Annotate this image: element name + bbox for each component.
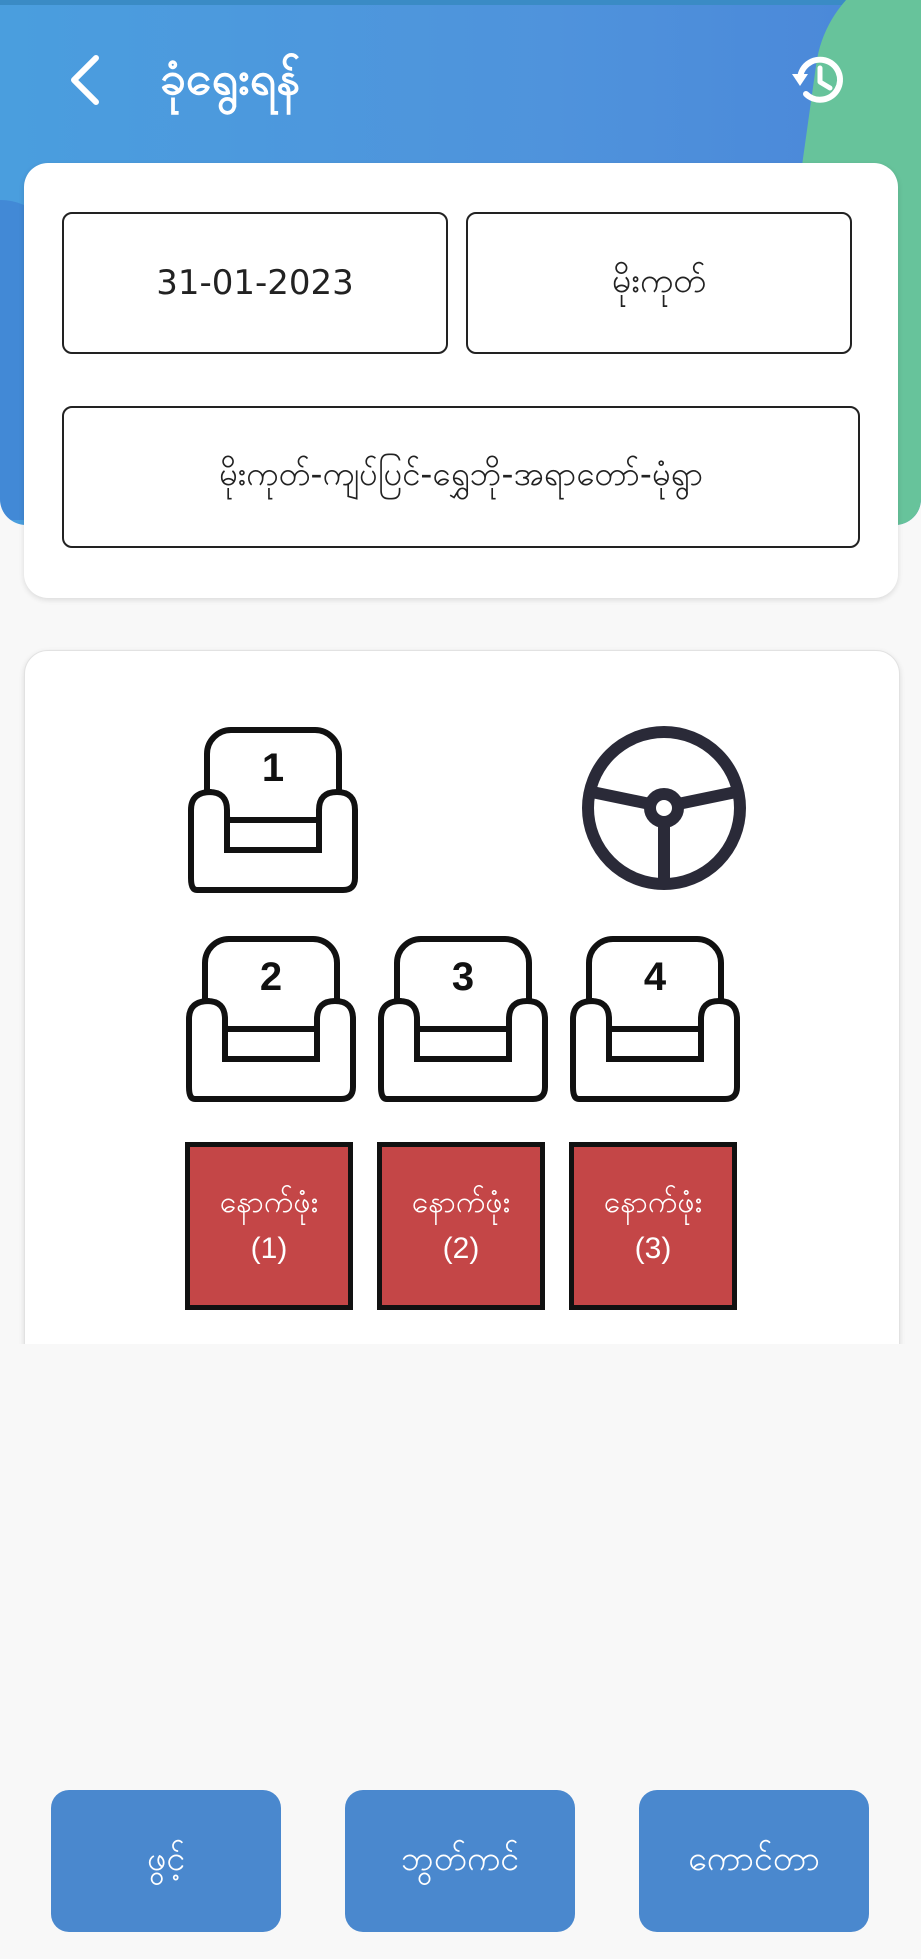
counter-button[interactable]: ကောင်တာ bbox=[639, 1790, 869, 1932]
book-button[interactable]: ဘွတ်ကင် bbox=[345, 1790, 575, 1932]
back-seat-2[interactable]: နောက်ဖုံး (2) bbox=[377, 1142, 545, 1310]
seat-number: 2 bbox=[259, 955, 283, 999]
history-button[interactable] bbox=[790, 52, 846, 108]
back-seat-1[interactable]: နောက်ဖုံး (1) bbox=[185, 1142, 353, 1310]
date-field[interactable]: 31-01-2023 bbox=[62, 212, 448, 354]
back-button[interactable] bbox=[60, 48, 110, 112]
seat-4[interactable]: 4 bbox=[567, 931, 743, 1107]
trip-selection-card: 31-01-2023 မိုးကုတ် မိုးကုတ်-ကျပ်ပြင်-ရွ… bbox=[24, 163, 898, 598]
open-button[interactable]: ဖွင့် bbox=[51, 1790, 281, 1932]
chevron-left-icon bbox=[71, 55, 99, 105]
back-seat-3[interactable]: နောက်ဖုံး (3) bbox=[569, 1142, 737, 1310]
back-seat-label: နောက်ဖုံး bbox=[603, 1185, 703, 1220]
route-field[interactable]: မိုးကုတ်-ကျပ်ပြင်-ရွှေဘို-အရာတော်-မုံရွာ bbox=[62, 406, 860, 548]
town-field[interactable]: မိုးကုတ် bbox=[466, 212, 852, 354]
steering-wheel-icon bbox=[582, 726, 746, 890]
seat-2[interactable]: 2 bbox=[183, 931, 359, 1107]
back-seat-label: နောက်ဖုံး bbox=[411, 1185, 511, 1220]
seat-map-card: 1 2 3 4 နောက်ဖုံး (1) နောက်ဖုံး (2) နောက… bbox=[24, 650, 900, 1372]
page-title: ခုံရွေးရန် bbox=[160, 51, 301, 105]
back-seat-number: (3) bbox=[634, 1232, 672, 1265]
history-icon bbox=[792, 56, 843, 103]
back-seat-label: နောက်ဖုံး bbox=[219, 1185, 319, 1220]
seat-3[interactable]: 3 bbox=[375, 931, 551, 1107]
seat-number: 3 bbox=[451, 955, 475, 999]
back-seat-number: (1) bbox=[250, 1232, 288, 1265]
back-seat-number: (2) bbox=[442, 1232, 480, 1265]
seat-number: 4 bbox=[643, 955, 667, 999]
seat-number: 1 bbox=[261, 746, 285, 790]
seat-1[interactable]: 1 bbox=[185, 722, 361, 898]
status-strip bbox=[0, 0, 921, 5]
